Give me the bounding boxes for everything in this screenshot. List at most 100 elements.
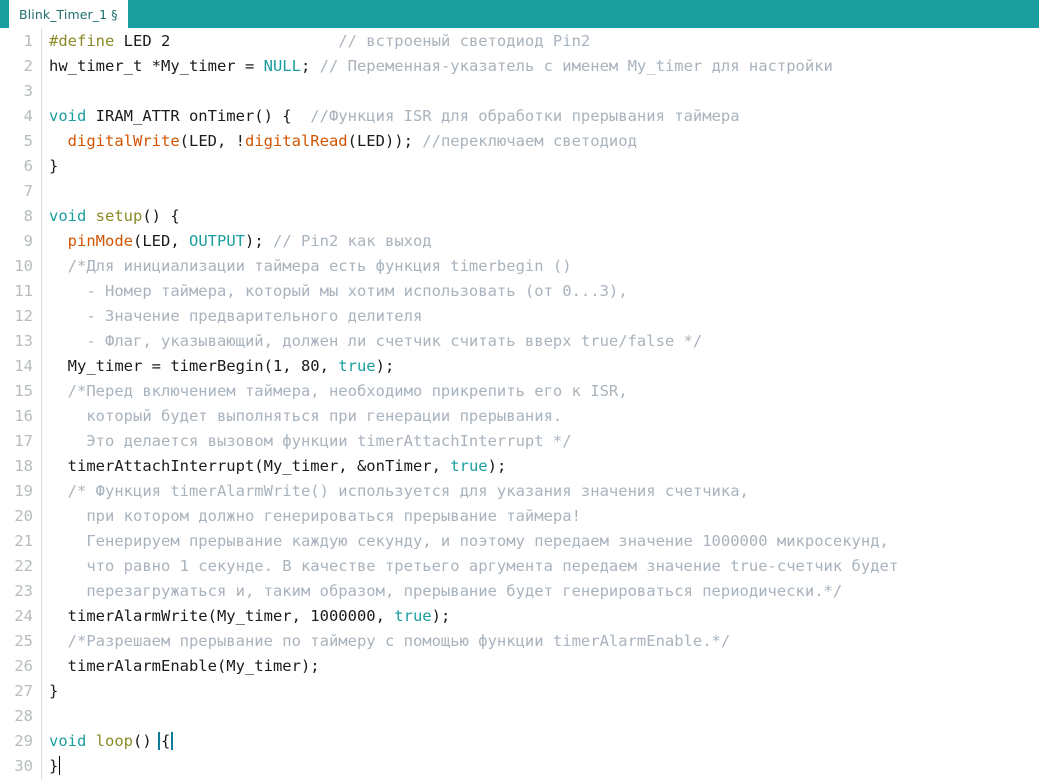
token-comment: который будет выполняться при генерации … bbox=[49, 406, 563, 425]
code-line[interactable]: 20 при котором должно генерироваться пре… bbox=[0, 503, 1039, 528]
code-line[interactable]: 13 - Флаг, указывающий, должен ли счетчи… bbox=[0, 328, 1039, 353]
token-function: pinMode bbox=[67, 231, 133, 250]
line-number: 6 bbox=[23, 156, 33, 175]
code-line-content[interactable]: Генерируем прерывание каждую секунду, и … bbox=[41, 532, 1039, 550]
code-line-content[interactable]: #define LED 2 // встроеный светодиод Pin… bbox=[41, 32, 1039, 50]
line-number: 3 bbox=[23, 81, 33, 100]
token-comment: - Значение предварительного делителя bbox=[49, 306, 423, 325]
code-line[interactable]: 27} bbox=[0, 678, 1039, 703]
token-keyword: true bbox=[450, 456, 488, 475]
token-text: ); bbox=[245, 231, 273, 250]
gutter-separator bbox=[41, 28, 42, 780]
code-line-content[interactable]: void IRAM_ATTR onTimer() { //Функция ISR… bbox=[41, 107, 1039, 125]
code-line-content[interactable]: при котором должно генерироваться прерыв… bbox=[41, 507, 1039, 525]
line-number: 24 bbox=[14, 606, 33, 625]
code-line[interactable]: 2 hw_timer_t *My_timer = NULL; // Перемен… bbox=[0, 53, 1039, 78]
code-editor[interactable]: 1 #define LED 2 // встроеный светодиод Pi… bbox=[0, 28, 1039, 780]
code-line-content[interactable]: timerAlarmWrite(My_timer, 1000000, true)… bbox=[41, 607, 1039, 625]
code-line-content[interactable]: /*Разрешаем прерывание по таймеру с помо… bbox=[41, 632, 1039, 650]
code-line[interactable]: 4 void IRAM_ATTR onTimer() { //Функция IS… bbox=[0, 103, 1039, 128]
token-keyword: OUTPUT bbox=[189, 231, 245, 250]
code-line-content[interactable]: - Флаг, указывающий, должен ли счетчик с… bbox=[41, 332, 1039, 350]
code-line[interactable]: 1 #define LED 2 // встроеный светодиод Pi… bbox=[0, 28, 1039, 53]
code-line-content[interactable]: void loop() { bbox=[41, 731, 1039, 750]
token-comment: //переключаем светодиод bbox=[422, 131, 637, 150]
line-number: 5 bbox=[23, 131, 33, 150]
code-line-content[interactable]: Это делается вызовом функции timerAttach… bbox=[41, 432, 1039, 450]
code-line-content[interactable]: который будет выполняться при генерации … bbox=[41, 407, 1039, 425]
code-line[interactable]: 16 который будет выполняться при генерац… bbox=[0, 403, 1039, 428]
code-line-content[interactable]: /*Для инициализации таймера есть функция… bbox=[41, 257, 1039, 275]
code-line[interactable]: 11 - Номер таймера, который мы хотим исп… bbox=[0, 278, 1039, 303]
code-lines-container[interactable]: 1 #define LED 2 // встроеный светодиод Pi… bbox=[0, 28, 1039, 778]
brace-match-highlight: { bbox=[157, 731, 174, 750]
code-line[interactable]: 22 что равно 1 секунде. В качестве треть… bbox=[0, 553, 1039, 578]
code-line[interactable]: 29 void loop() { bbox=[0, 728, 1039, 753]
code-line-content[interactable]: - Номер таймера, который мы хотим исполь… bbox=[41, 282, 1039, 300]
code-line[interactable]: 3 bbox=[0, 78, 1039, 103]
tab-bar-empty-area bbox=[127, 0, 1039, 28]
code-line[interactable]: 30} bbox=[0, 753, 1039, 778]
code-line-content[interactable]: timerAttachInterrupt(My_timer, &onTimer,… bbox=[41, 457, 1039, 475]
token-text: (LED, bbox=[133, 231, 189, 250]
code-line[interactable]: 7 bbox=[0, 178, 1039, 203]
code-line[interactable]: 5 digitalWrite(LED, !digitalRead(LED)); … bbox=[0, 128, 1039, 153]
code-line[interactable]: 24 timerAlarmWrite(My_timer, 1000000, tr… bbox=[0, 603, 1039, 628]
code-line[interactable]: 6} bbox=[0, 153, 1039, 178]
code-line[interactable]: 9 pinMode(LED, OUTPUT); // Pin2 как выхо… bbox=[0, 228, 1039, 253]
code-line-content[interactable]: void setup() { bbox=[41, 207, 1039, 225]
code-line-content[interactable]: /*Перед включением таймера, необходимо п… bbox=[41, 382, 1039, 400]
code-line-content[interactable]: } bbox=[41, 756, 1039, 775]
line-number: 8 bbox=[23, 206, 33, 225]
code-line-content[interactable]: digitalWrite(LED, !digitalRead(LED)); //… bbox=[41, 132, 1039, 150]
code-line-content[interactable]: } bbox=[41, 682, 1039, 700]
code-line[interactable]: 15 /*Перед включением таймера, необходим… bbox=[0, 378, 1039, 403]
code-line-content[interactable]: My_timer = timerBegin(1, 80, true); bbox=[41, 357, 1039, 375]
code-line-content[interactable]: перезагружаться и, таким образом, прерыв… bbox=[41, 582, 1039, 600]
token-function: digitalWrite bbox=[67, 131, 180, 150]
editor-tab-active[interactable]: Blink_Timer_1 § bbox=[9, 0, 128, 28]
line-number: 29 bbox=[14, 731, 33, 750]
text-cursor bbox=[59, 756, 61, 775]
code-line[interactable]: 12 - Значение предварительного делителя bbox=[0, 303, 1039, 328]
token-text: hw_timer_t *My_timer = bbox=[49, 56, 264, 75]
code-line[interactable]: 25 /*Разрешаем прерывание по таймеру с п… bbox=[0, 628, 1039, 653]
token-comment: /* Функция timerAlarmWrite() используетс… bbox=[49, 481, 749, 500]
line-number: 13 bbox=[14, 331, 33, 350]
token-text: () bbox=[133, 731, 161, 750]
code-line[interactable]: 18 timerAttachInterrupt(My_timer, &onTim… bbox=[0, 453, 1039, 478]
token-keyword: NULL bbox=[263, 56, 301, 75]
line-number: 18 bbox=[14, 456, 33, 475]
code-line-content[interactable]: pinMode(LED, OUTPUT); // Pin2 как выход bbox=[41, 232, 1039, 250]
code-line-content[interactable]: timerAlarmEnable(My_timer); bbox=[41, 657, 1039, 675]
token-keyword: void bbox=[49, 731, 87, 750]
token-comment: что равно 1 секунде. В качестве третьего… bbox=[49, 556, 899, 575]
token-comment: Генерируем прерывание каждую секунду, и … bbox=[49, 531, 889, 550]
code-line[interactable]: 23 перезагружаться и, таким образом, пре… bbox=[0, 578, 1039, 603]
token-text: ); bbox=[375, 356, 395, 375]
editor-tab-label: Blink_Timer_1 § bbox=[19, 6, 118, 22]
code-line[interactable]: 10 /*Для инициализации таймера есть функ… bbox=[0, 253, 1039, 278]
code-line[interactable]: 21 Генерируем прерывание каждую секунду,… bbox=[0, 528, 1039, 553]
token-comment: при котором должно генерироваться прерыв… bbox=[49, 506, 581, 525]
code-line[interactable]: 8 void setup() { bbox=[0, 203, 1039, 228]
code-line[interactable]: 17 Это делается вызовом функции timerAtt… bbox=[0, 428, 1039, 453]
line-number: 2 bbox=[23, 56, 33, 75]
code-line[interactable]: 28 bbox=[0, 703, 1039, 728]
code-line[interactable]: 19 /* Функция timerAlarmWrite() использу… bbox=[0, 478, 1039, 503]
code-line-content[interactable]: } bbox=[41, 157, 1039, 175]
token-text: My_timer = timerBegin(1, 80, bbox=[49, 356, 339, 375]
code-line-content[interactable]: hw_timer_t *My_timer = NULL; // Переменн… bbox=[41, 57, 1039, 75]
code-line-content[interactable]: - Значение предварительного делителя bbox=[41, 307, 1039, 325]
code-line[interactable]: 14 My_timer = timerBegin(1, 80, true); bbox=[0, 353, 1039, 378]
token-preprocessor: setup bbox=[95, 206, 143, 225]
line-number: 9 bbox=[23, 231, 33, 250]
code-line-content[interactable]: что равно 1 секунде. В качестве третьего… bbox=[41, 557, 1039, 575]
line-number: 11 bbox=[14, 281, 33, 300]
code-line[interactable]: 26 timerAlarmEnable(My_timer); bbox=[0, 653, 1039, 678]
token-comment: // Переменная-указатель с именем My_time… bbox=[319, 56, 833, 75]
token-comment: - Флаг, указывающий, должен ли счетчик с… bbox=[49, 331, 703, 350]
code-line-content[interactable]: /* Функция timerAlarmWrite() используетс… bbox=[41, 482, 1039, 500]
line-number: 23 bbox=[14, 581, 33, 600]
